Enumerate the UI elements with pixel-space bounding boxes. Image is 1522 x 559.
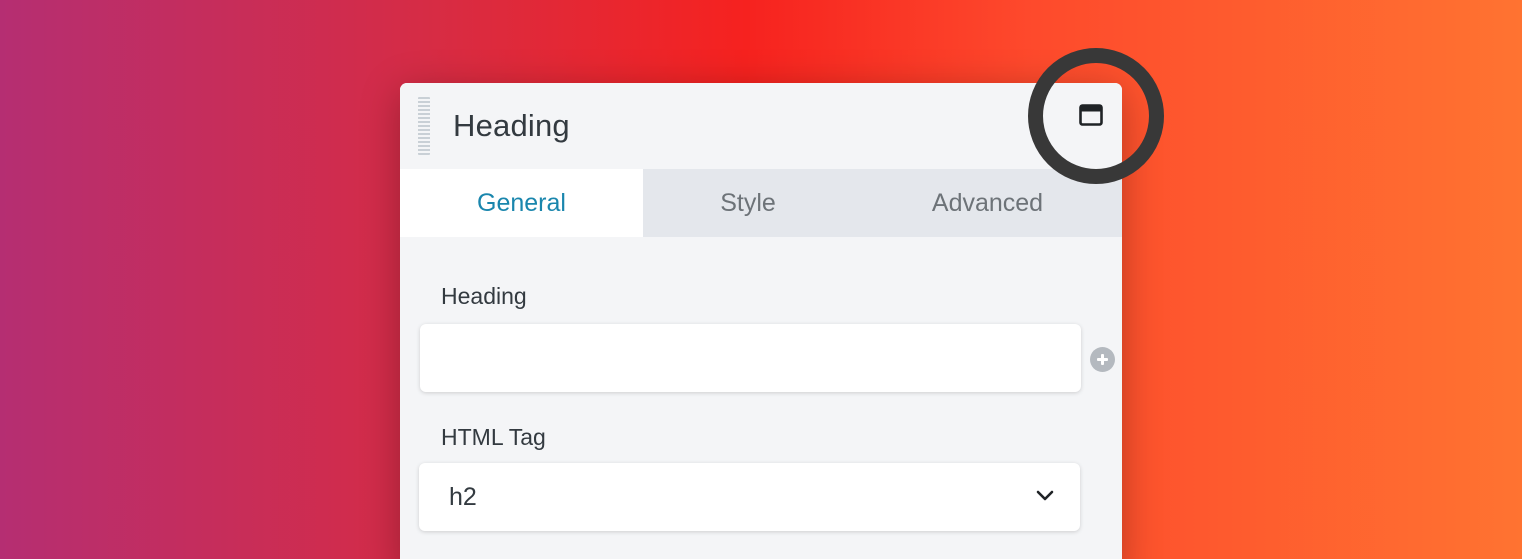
panel-title: Heading	[453, 108, 570, 143]
tab-general[interactable]: General	[400, 169, 643, 237]
html-tag-select[interactable]: h2	[419, 463, 1080, 531]
html-tag-field-label: HTML Tag	[441, 424, 546, 450]
chevron-down-icon	[1036, 490, 1054, 501]
heading-input[interactable]	[420, 324, 1081, 392]
tab-advanced[interactable]: Advanced	[853, 169, 1122, 237]
html-tag-selected-value: h2	[449, 483, 477, 511]
plus-circle-icon[interactable]	[1090, 347, 1115, 372]
tab-style[interactable]: Style	[643, 169, 853, 237]
heading-settings-panel: Heading General Style Advanced Heading H…	[400, 83, 1122, 559]
heading-field-label: Heading	[441, 283, 527, 309]
panel-header: Heading	[400, 83, 1122, 169]
drag-handle-icon[interactable]	[418, 97, 430, 155]
window-maximize-icon[interactable]	[1079, 104, 1103, 126]
tab-bar: General Style Advanced	[400, 169, 1122, 237]
gradient-background: Heading General Style Advanced Heading H…	[0, 0, 1522, 559]
